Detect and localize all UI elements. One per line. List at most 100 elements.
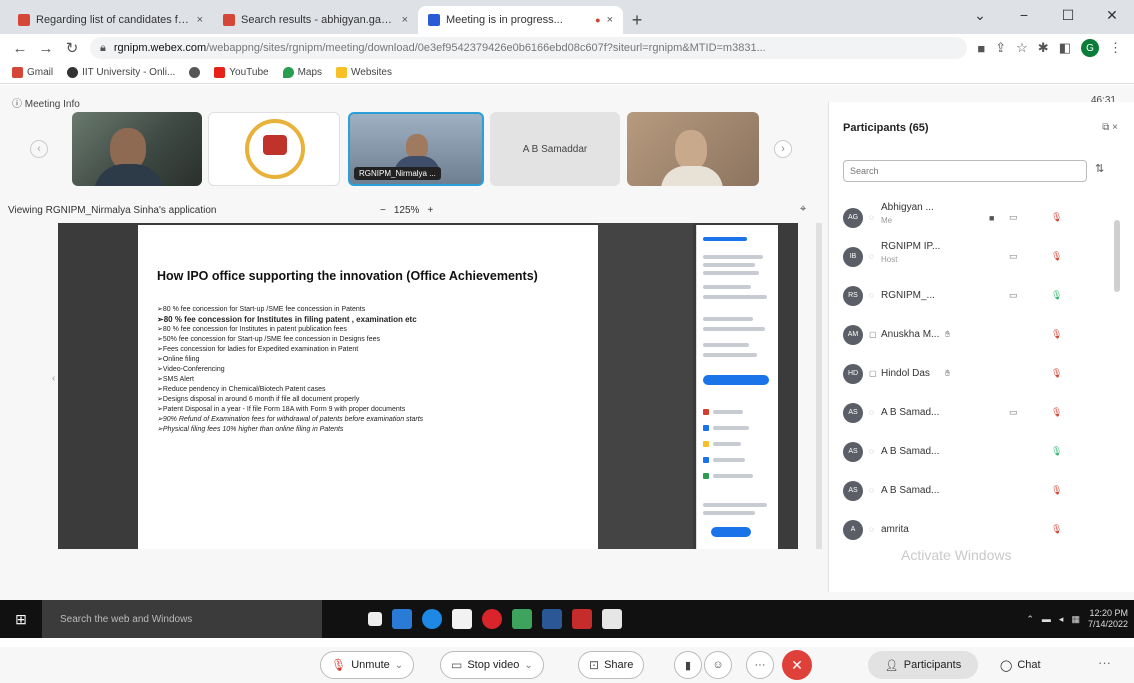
participants-button[interactable]: 👤︎ Participants bbox=[868, 651, 978, 679]
address-bar[interactable]: 🔒︎ rgnipm.webex.com/webappng/sites/rgnip… bbox=[90, 37, 968, 59]
extension-puzzle-icon[interactable]: ✱ bbox=[1038, 40, 1049, 56]
close-window-button[interactable]: ✕ bbox=[1090, 0, 1134, 30]
stop-video-button[interactable]: ▭ Stop video ⌄ bbox=[440, 651, 544, 679]
participant-row[interactable]: AG ◌ Abhigyan ... Me ■ ▭ 🎙︎ bbox=[829, 198, 1119, 237]
back-button[interactable]: ← bbox=[12, 40, 28, 57]
video-tile[interactable] bbox=[627, 112, 759, 186]
zoom-in-button[interactable]: + bbox=[427, 205, 433, 216]
participant-row[interactable]: HD ▢ Hindol Das ✋︎ 🎙︎ bbox=[829, 354, 1119, 393]
taskbar-clock[interactable]: 12:20 PM 7/14/2022 bbox=[1088, 608, 1128, 630]
mic-muted-icon[interactable]: 🎙︎ bbox=[1051, 524, 1062, 535]
mic-on-icon[interactable]: 🎙︎ bbox=[1051, 290, 1062, 301]
photos-icon[interactable] bbox=[602, 609, 622, 629]
participant-row[interactable]: AS ◌ A B Samad... ▭ 🎙︎ bbox=[829, 393, 1119, 432]
profile-avatar[interactable]: G bbox=[1081, 39, 1099, 57]
new-tab-button[interactable]: + bbox=[623, 6, 651, 34]
forward-button[interactable]: → bbox=[38, 40, 54, 57]
tab-search-icon[interactable]: ⌄ bbox=[958, 0, 1002, 30]
participant-row[interactable]: AS ◌ A B Samad... 🎙︎ bbox=[829, 471, 1119, 510]
taskbar-search-input[interactable]: Search the web and Windows bbox=[42, 600, 322, 638]
edge-icon[interactable] bbox=[422, 609, 442, 629]
zoom-level[interactable]: 125% bbox=[394, 205, 420, 216]
store-icon[interactable] bbox=[392, 609, 412, 629]
browser-tab-3-active[interactable]: Meeting is in progress... ● × bbox=[418, 6, 623, 34]
network-icon[interactable]: ▬ bbox=[1042, 614, 1051, 624]
mic-muted-icon[interactable]: 🎙︎ bbox=[1051, 212, 1062, 223]
video-tile-logo[interactable] bbox=[208, 112, 340, 186]
shopping-bag-icon[interactable] bbox=[452, 609, 472, 629]
chevron-down-icon[interactable]: ⌄ bbox=[524, 660, 532, 671]
bookmark-maps[interactable]: Maps bbox=[282, 67, 322, 78]
annotate-pin-icon[interactable]: ⌖ bbox=[800, 203, 806, 216]
camera-icon[interactable]: ▭ bbox=[1009, 212, 1018, 223]
share-icon[interactable]: ⇪ bbox=[995, 40, 1006, 56]
popout-icon[interactable]: ⧉ bbox=[1102, 122, 1109, 133]
task-view-icon[interactable] bbox=[368, 612, 382, 626]
close-panel-icon[interactable]: × bbox=[1112, 122, 1118, 133]
tray-chevron-up-icon[interactable]: ⌃ bbox=[1026, 614, 1034, 625]
chat-button[interactable]: ◯ Chat bbox=[1000, 653, 1041, 677]
camera-icon[interactable]: ▭ bbox=[1009, 407, 1018, 418]
leave-meeting-button[interactable]: ✕ bbox=[782, 650, 812, 680]
camera-icon[interactable]: ▭ bbox=[1009, 290, 1018, 301]
mic-muted-icon[interactable]: 🎙︎ bbox=[1051, 329, 1062, 340]
close-tab-icon[interactable]: × bbox=[197, 14, 203, 26]
bookmark-star-icon[interactable]: ☆ bbox=[1016, 40, 1028, 56]
windows-media-icon[interactable] bbox=[542, 609, 562, 629]
participant-row[interactable]: A ◌ amrita 🎙︎ bbox=[829, 510, 1119, 549]
participant-list-scrollbar[interactable] bbox=[1114, 220, 1120, 292]
video-strip-next-button[interactable]: › bbox=[774, 140, 792, 158]
bookmark-globe[interactable] bbox=[189, 67, 201, 78]
sidepanel-icon[interactable]: ◧ bbox=[1059, 40, 1071, 56]
keyboard-icon[interactable]: ▦ bbox=[1071, 614, 1080, 625]
share-button[interactable]: ⊡ Share bbox=[578, 651, 645, 679]
mic-muted-icon[interactable]: 🎙︎ bbox=[1051, 407, 1062, 418]
maximize-button[interactable]: ☐ bbox=[1046, 0, 1090, 30]
video-tile-name-only[interactable]: A B Samaddar bbox=[490, 112, 620, 186]
participant-row[interactable]: AS ◌ A B Samad... 🎙︎ bbox=[829, 432, 1119, 471]
panel-primary-button[interactable] bbox=[703, 375, 769, 385]
participant-search-input[interactable] bbox=[843, 160, 1087, 182]
sort-icon[interactable]: ⇅ bbox=[1095, 162, 1104, 175]
more-options-button[interactable]: ··· bbox=[746, 651, 774, 679]
opera-icon[interactable] bbox=[482, 609, 502, 629]
camera-icon[interactable]: ▭ bbox=[1009, 251, 1018, 262]
mic-muted-icon[interactable]: 🎙︎ bbox=[1051, 485, 1062, 496]
mic-muted-icon[interactable]: 🎙︎ bbox=[1051, 368, 1062, 379]
panel-more-button[interactable]: ··· bbox=[1098, 655, 1111, 670]
mic-on-icon[interactable]: 🎙︎ bbox=[1051, 446, 1062, 457]
video-strip-prev-button[interactable]: ‹ bbox=[30, 140, 48, 158]
recorder-button[interactable]: ▮ bbox=[674, 651, 702, 679]
unmute-button[interactable]: 🎙︎ Unmute ⌄ bbox=[320, 651, 415, 679]
reactions-button[interactable]: ☺ bbox=[704, 651, 732, 679]
video-tile-active-speaker[interactable]: RGNIPM_Nirmalya ... bbox=[348, 112, 484, 186]
bookmark-youtube[interactable]: YouTube bbox=[214, 67, 269, 78]
browser-tab-2[interactable]: Search results - abhigyan.gang... × bbox=[213, 6, 418, 34]
volume-icon[interactable]: ◂ bbox=[1059, 614, 1064, 625]
meeting-info-link[interactable]: ⓘ Meeting Info bbox=[12, 95, 80, 110]
reload-button[interactable]: ↻ bbox=[64, 39, 80, 57]
video-indicator-icon[interactable]: ■ bbox=[977, 41, 985, 56]
minimize-button[interactable]: − bbox=[1002, 0, 1046, 30]
bookmark-university[interactable]: IIT University - Onli... bbox=[67, 67, 175, 78]
menu-kebab-icon[interactable]: ⋮ bbox=[1109, 40, 1122, 56]
participant-row[interactable]: AM ▢ Anuskha M... ✋︎ 🎙︎ bbox=[829, 315, 1119, 354]
bookmark-websites-folder[interactable]: Websites bbox=[336, 67, 392, 78]
mic-muted-icon[interactable]: 🎙︎ bbox=[1051, 251, 1062, 262]
close-tab-icon[interactable]: × bbox=[402, 14, 408, 26]
close-tab-icon[interactable]: × bbox=[607, 14, 613, 26]
share-prev-arrow-icon[interactable]: ‹ bbox=[52, 373, 55, 384]
video-tile[interactable] bbox=[72, 112, 202, 186]
shared-screen-scrollbar[interactable] bbox=[816, 223, 822, 549]
participant-row[interactable]: RS ◌ RGNIPM_... ▭ 🎙︎ bbox=[829, 276, 1119, 315]
pdf-reader-icon[interactable] bbox=[572, 609, 592, 629]
bookmark-gmail[interactable]: Gmail bbox=[12, 67, 53, 78]
zoom-out-button[interactable]: − bbox=[380, 205, 386, 216]
chrome-icon[interactable] bbox=[512, 609, 532, 629]
participant-row[interactable]: IB ◌ RGNIPM IP... Host ▭ 🎙︎ bbox=[829, 237, 1119, 276]
panel-item-icon bbox=[703, 425, 709, 431]
windows-start-icon[interactable]: ⊞ bbox=[0, 600, 42, 638]
browser-tab-1[interactable]: Regarding list of candidates for... × bbox=[8, 6, 213, 34]
panel-secondary-button[interactable] bbox=[711, 527, 751, 537]
chevron-down-icon[interactable]: ⌄ bbox=[395, 660, 403, 671]
